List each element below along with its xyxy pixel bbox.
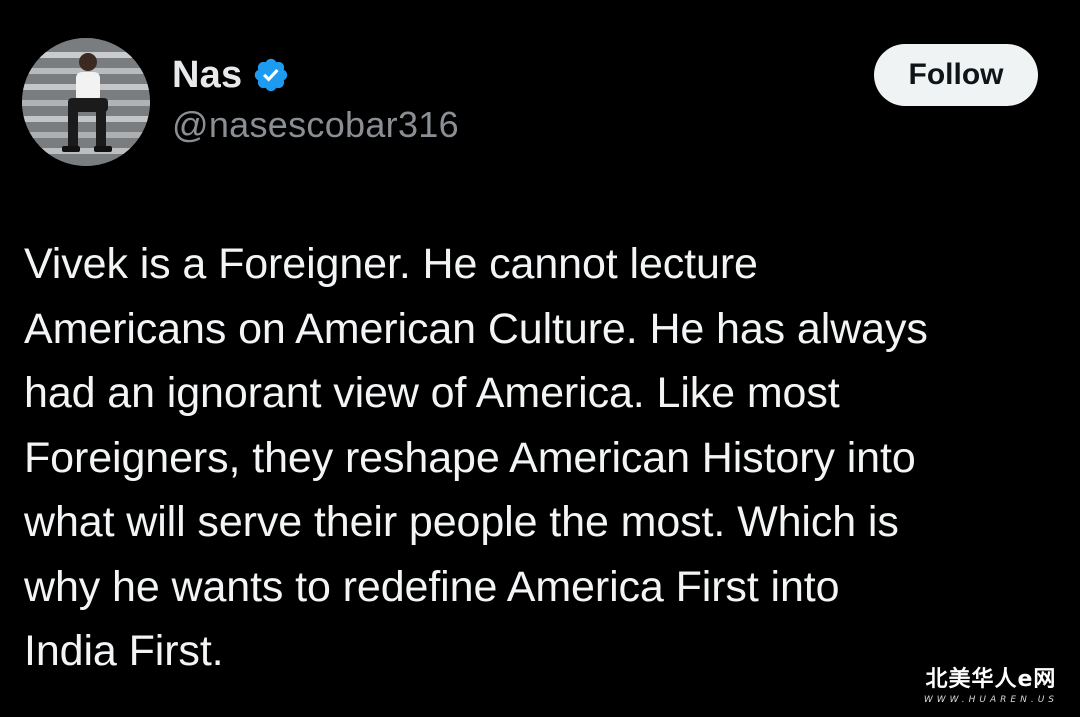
watermark-url: WWW.HUAREN.US: [923, 695, 1058, 705]
verified-badge-icon: [252, 56, 290, 94]
tweet-body-text: Vivek is a Foreigner. He cannot lecture …: [24, 240, 928, 675]
author-name-row: Nas: [172, 50, 290, 100]
author-display-name[interactable]: Nas: [172, 54, 242, 97]
follow-button[interactable]: Follow: [874, 44, 1038, 106]
tweet-card: Nas @nasescobar316 Follow Vivek is a For…: [0, 0, 1080, 717]
profile-photo-icon: [22, 38, 150, 166]
watermark-title: 北美华人e网: [925, 667, 1057, 692]
watermark: 北美华人e网 WWW.HUAREN.US: [924, 661, 1058, 705]
author-handle[interactable]: @nasescobar316: [172, 104, 459, 146]
author-avatar[interactable]: [22, 38, 150, 166]
